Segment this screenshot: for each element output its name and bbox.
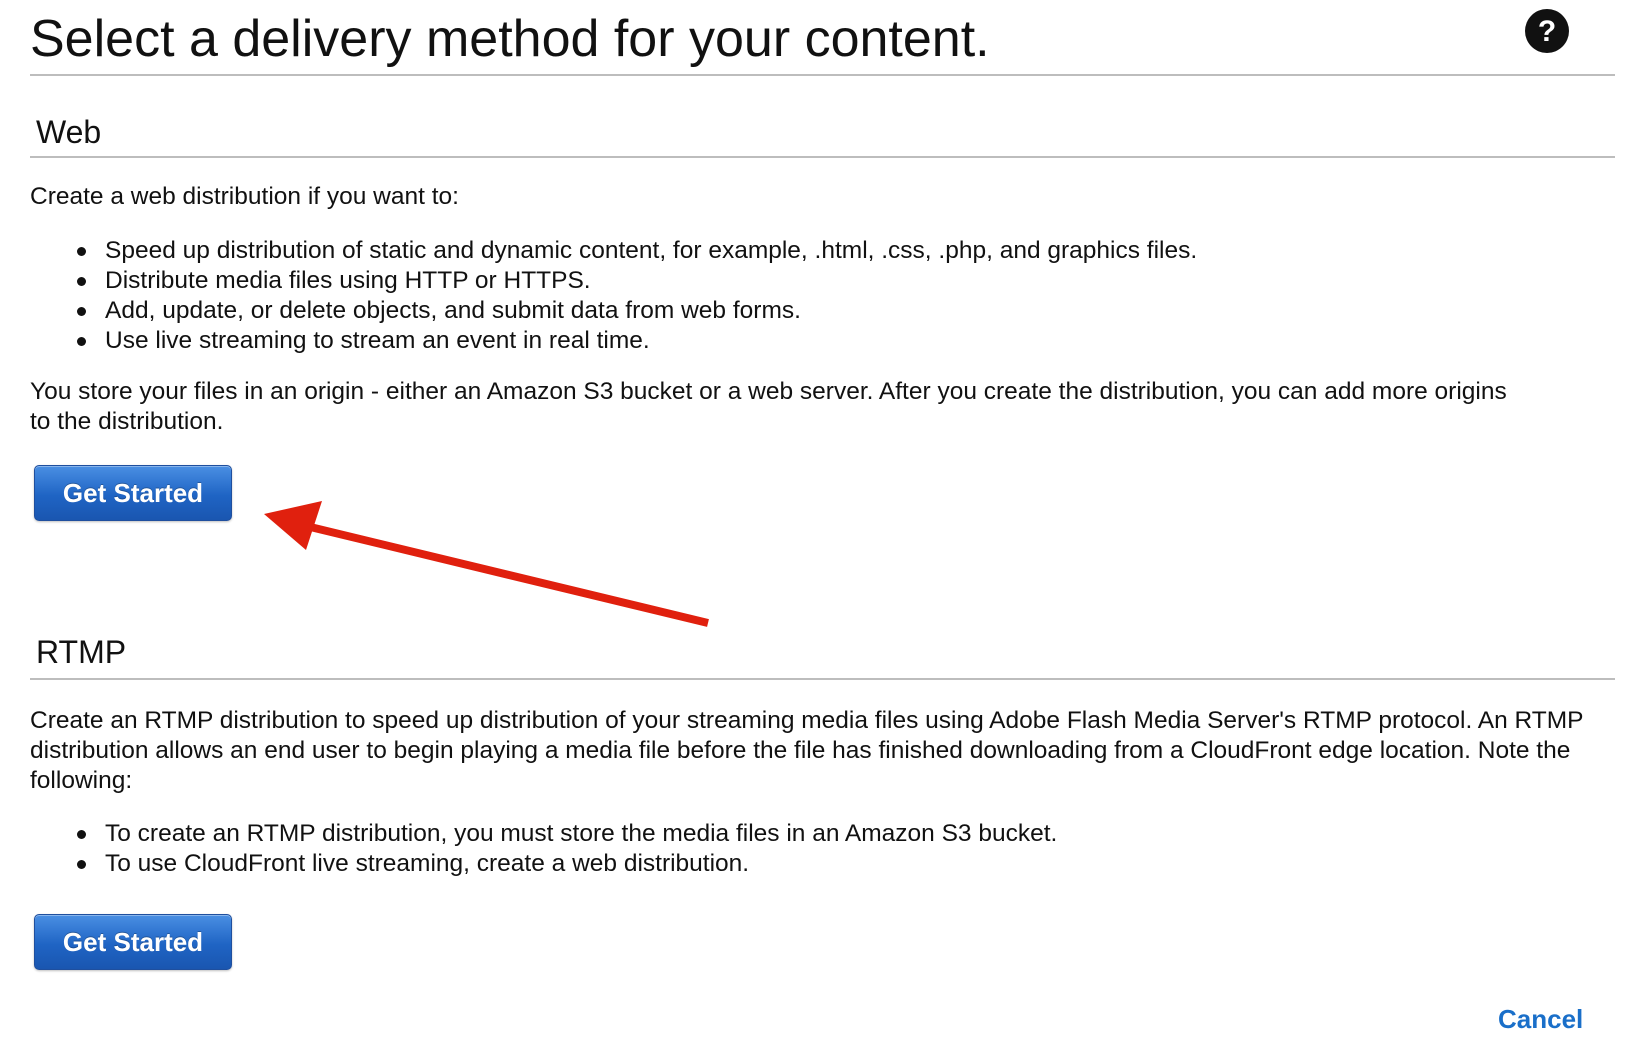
rtmp-intro-text: Create an RTMP distribution to speed up … xyxy=(30,707,1584,794)
rtmp-section-heading: RTMP xyxy=(36,634,127,670)
list-item-text: Distribute media files using HTTP or HTT… xyxy=(105,267,591,294)
web-section-divider xyxy=(30,156,1615,158)
list-item: To create an RTMP distribution, you must… xyxy=(30,819,1057,849)
list-item-text: To create an RTMP distribution, you must… xyxy=(105,820,1058,847)
web-intro-text: Create a web distribution if you want to… xyxy=(30,183,459,210)
bullet-icon xyxy=(77,337,86,346)
rtmp-get-started-button[interactable]: Get Started xyxy=(34,914,232,970)
bullet-icon xyxy=(77,830,86,839)
list-item-text: Use live streaming to stream an event in… xyxy=(105,327,650,354)
web-get-started-button[interactable]: Get Started xyxy=(34,465,232,521)
list-item-text: To use CloudFront live streaming, create… xyxy=(105,850,750,877)
list-item: Add, update, or delete objects, and subm… xyxy=(30,296,1197,326)
page-title: Select a delivery method for your conten… xyxy=(30,10,990,68)
svg-text:?: ? xyxy=(1538,15,1556,48)
web-bullet-list: Speed up distribution of static and dyna… xyxy=(30,236,1197,356)
bullet-icon xyxy=(77,860,86,869)
title-divider xyxy=(30,74,1615,76)
list-item: Use live streaming to stream an event in… xyxy=(30,326,1197,356)
list-item-text: Add, update, or delete objects, and subm… xyxy=(105,297,801,324)
web-origin-note: You store your files in an origin - eith… xyxy=(30,378,1507,435)
rtmp-section-divider xyxy=(30,678,1615,680)
bullet-icon xyxy=(77,247,86,256)
list-item-text: Speed up distribution of static and dyna… xyxy=(105,237,1198,264)
question-circle-icon[interactable]: ? xyxy=(1524,8,1570,54)
list-item: To use CloudFront live streaming, create… xyxy=(30,849,1057,879)
cancel-link[interactable]: Cancel xyxy=(1498,1004,1583,1035)
web-section-heading: Web xyxy=(36,114,102,150)
bullet-icon xyxy=(77,277,86,286)
bullet-icon xyxy=(77,307,86,316)
list-item: Speed up distribution of static and dyna… xyxy=(30,236,1197,266)
rtmp-bullet-list: To create an RTMP distribution, you must… xyxy=(30,819,1057,879)
list-item: Distribute media files using HTTP or HTT… xyxy=(30,266,1197,296)
